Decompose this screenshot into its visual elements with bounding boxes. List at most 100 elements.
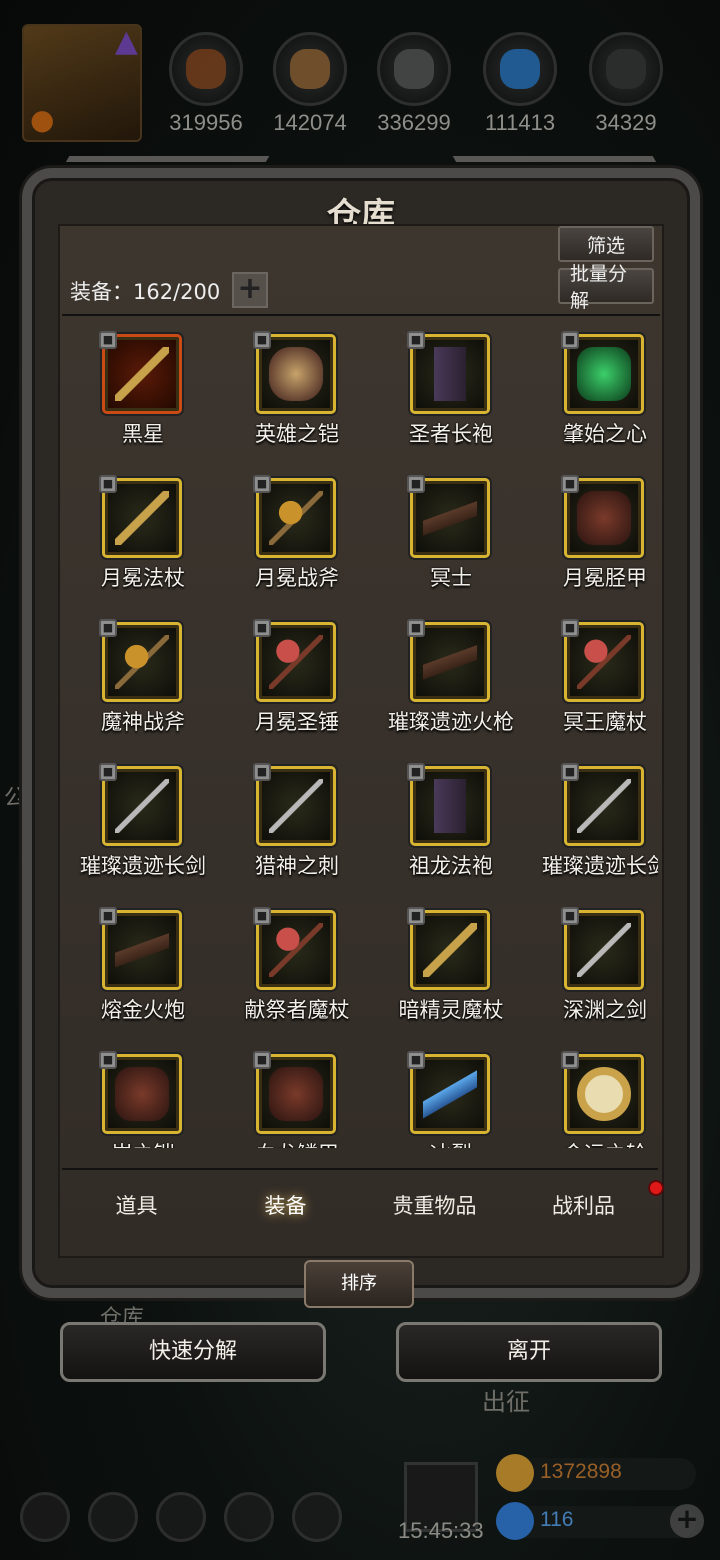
lock-icon[interactable]: ■ xyxy=(253,475,271,493)
lock-icon[interactable]: ■ xyxy=(561,331,579,349)
item-slot[interactable]: ■ 璀璨遗迹火枪 xyxy=(376,606,526,750)
lock-icon[interactable]: ■ xyxy=(407,475,425,493)
bulk-disassemble-button[interactable]: 批量分解 xyxy=(558,263,654,312)
item-slot[interactable]: ■命运之轮 xyxy=(530,1038,658,1148)
item-frame[interactable]: ■ xyxy=(407,475,490,558)
item-frame[interactable]: ■ xyxy=(99,331,182,414)
item-armor-icon xyxy=(269,1067,323,1121)
item-frame[interactable]: ■ xyxy=(407,331,490,414)
player-portrait[interactable]: ▲ ● xyxy=(22,24,142,142)
item-frame[interactable]: ■ xyxy=(253,1051,336,1134)
lock-icon[interactable]: ■ xyxy=(253,1051,271,1069)
item-frame[interactable]: ■ xyxy=(253,907,336,990)
item-slot[interactable]: ■ 熔金火炮 xyxy=(68,894,218,1038)
item-slot[interactable]: ■冰裂 xyxy=(376,1038,526,1148)
item-name: 月冕战斧 xyxy=(255,566,339,590)
lock-icon[interactable]: ■ xyxy=(99,475,117,493)
item-frame[interactable]: ■ xyxy=(253,619,336,702)
lock-icon[interactable]: ■ xyxy=(561,907,579,925)
item-slot[interactable]: ■ 月冕圣锤 xyxy=(222,606,372,750)
lock-icon[interactable]: ■ xyxy=(407,763,425,781)
item-slot[interactable]: ■ 黑星 xyxy=(68,318,218,462)
gold-value: 1372898 xyxy=(540,1460,622,1483)
item-frame[interactable]: ■ xyxy=(99,475,182,558)
tasks-icon[interactable] xyxy=(292,1492,342,1542)
item-robe-icon xyxy=(423,779,477,833)
item-slot[interactable]: ■ 肇始之心 xyxy=(530,318,658,462)
leave-button[interactable]: 离开 xyxy=(396,1322,662,1382)
item-frame[interactable]: ■ xyxy=(407,1051,490,1134)
lock-icon[interactable]: ■ xyxy=(99,1051,117,1069)
item-slot[interactable]: ■岩之铠 xyxy=(68,1038,218,1148)
item-slot[interactable]: ■ 英雄之铠 xyxy=(222,318,372,462)
item-frame[interactable]: ■ xyxy=(407,763,490,846)
lock-icon[interactable]: ■ xyxy=(407,331,425,349)
item-slot[interactable]: ■ 暗精灵魔杖 xyxy=(376,894,526,1038)
item-slot[interactable]: ■血龙鳞甲 xyxy=(222,1038,372,1148)
item-slot[interactable]: ■ 月冕胫甲 xyxy=(530,462,658,606)
item-frame[interactable]: ■ xyxy=(561,907,644,990)
lock-icon[interactable]: ■ xyxy=(253,619,271,637)
item-frame[interactable]: ■ xyxy=(253,331,336,414)
settings-icon[interactable] xyxy=(20,1492,70,1542)
item-frame[interactable]: ■ xyxy=(99,907,182,990)
lock-icon[interactable]: ■ xyxy=(99,907,117,925)
item-slot[interactable]: ■ 月冕法杖 xyxy=(68,462,218,606)
item-frame[interactable]: ■ xyxy=(407,619,490,702)
heroes-icon[interactable] xyxy=(156,1492,206,1542)
lock-icon[interactable]: ■ xyxy=(561,763,579,781)
lock-icon[interactable]: ■ xyxy=(253,331,271,349)
tab-0[interactable]: 道具 xyxy=(62,1190,211,1220)
item-frame[interactable]: ■ xyxy=(561,475,644,558)
quick-disassemble-button[interactable]: 快速分解 xyxy=(60,1322,326,1382)
item-slot[interactable]: ■ 祖龙法袍 xyxy=(376,750,526,894)
lock-icon[interactable]: ■ xyxy=(99,619,117,637)
item-slot[interactable]: ■ 冥王魔杖 xyxy=(530,606,658,750)
lock-icon[interactable]: ■ xyxy=(561,475,579,493)
lock-icon[interactable]: ■ xyxy=(561,619,579,637)
tab-2[interactable]: 贵重物品 xyxy=(360,1190,509,1220)
mail-icon[interactable] xyxy=(224,1492,274,1542)
item-name: 命运之轮 xyxy=(520,1138,658,1148)
item-frame[interactable]: ■ xyxy=(561,763,644,846)
expand-capacity-button[interactable]: + xyxy=(232,272,268,308)
item-slot[interactable]: ■ 深渊之剑 xyxy=(530,894,658,1038)
item-frame[interactable]: ■ xyxy=(253,763,336,846)
lock-icon[interactable]: ■ xyxy=(407,619,425,637)
tab-3[interactable]: 战利品 xyxy=(509,1180,664,1220)
item-frame[interactable]: ■ xyxy=(253,475,336,558)
item-name: 祖龙法袍 xyxy=(409,854,493,878)
lock-icon[interactable]: ■ xyxy=(253,763,271,781)
sort-button[interactable]: 排序 xyxy=(304,1260,414,1308)
lock-icon[interactable]: ■ xyxy=(99,763,117,781)
item-frame[interactable]: ■ xyxy=(561,619,644,702)
item-name: 深渊之剑 xyxy=(563,998,647,1022)
lock-icon[interactable]: ■ xyxy=(407,907,425,925)
item-frame[interactable]: ■ xyxy=(99,763,182,846)
resource-value: 34329 xyxy=(595,110,657,135)
item-slot[interactable]: ■ 璀璨遗迹长剑 xyxy=(68,750,218,894)
item-name: 月冕法杖 xyxy=(101,566,185,590)
add-currency-button[interactable]: + xyxy=(670,1504,704,1538)
lock-icon[interactable]: ■ xyxy=(407,1051,425,1069)
item-slot[interactable]: ■ 月冕战斧 xyxy=(222,462,372,606)
lock-icon[interactable]: ■ xyxy=(99,331,117,349)
item-slot[interactable]: ■ 猎神之刺 xyxy=(222,750,372,894)
lock-icon[interactable]: ■ xyxy=(253,907,271,925)
meat-icon xyxy=(169,32,243,106)
item-frame[interactable]: ■ xyxy=(407,907,490,990)
item-slot[interactable]: ■ 献祭者魔杖 xyxy=(222,894,372,1038)
item-frame[interactable]: ■ xyxy=(99,1051,182,1134)
item-frame[interactable]: ■ xyxy=(99,619,182,702)
tab-1[interactable]: 装备 xyxy=(211,1190,360,1220)
filter-button[interactable]: 筛选 xyxy=(558,226,654,262)
item-frame[interactable]: ■ xyxy=(561,1051,644,1134)
item-slot[interactable]: ■ 圣者长袍 xyxy=(376,318,526,462)
item-mace-icon xyxy=(577,635,631,689)
item-slot[interactable]: ■ 冥士 xyxy=(376,462,526,606)
lock-icon[interactable]: ■ xyxy=(561,1051,579,1069)
item-frame[interactable]: ■ xyxy=(561,331,644,414)
item-slot[interactable]: ■ 璀璨遗迹长剑 xyxy=(530,750,658,894)
item-slot[interactable]: ■ 魔神战斧 xyxy=(68,606,218,750)
badge-icon[interactable] xyxy=(88,1492,138,1542)
